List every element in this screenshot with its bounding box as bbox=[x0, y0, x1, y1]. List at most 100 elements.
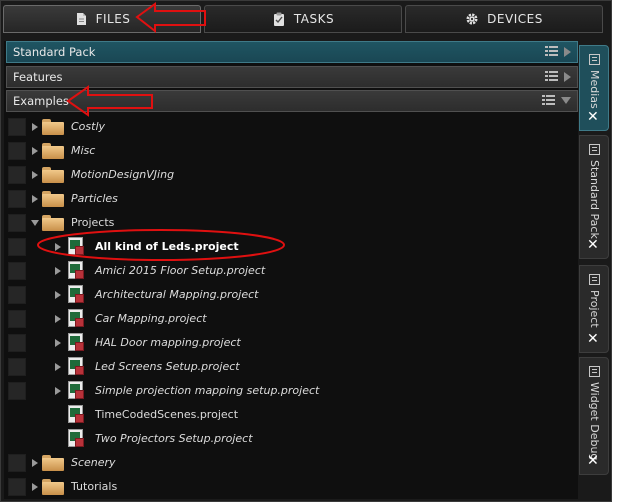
clipboard-icon bbox=[273, 12, 284, 26]
row-checkbox[interactable] bbox=[8, 190, 26, 208]
close-icon[interactable]: ✕ bbox=[587, 110, 599, 124]
tab-tasks[interactable]: TASKS bbox=[204, 5, 402, 33]
tree-item-label: Architectural Mapping.project bbox=[95, 288, 259, 301]
expand-arrow-icon[interactable] bbox=[32, 171, 38, 179]
expand-arrow-icon[interactable] bbox=[32, 123, 38, 131]
folder-icon bbox=[42, 215, 64, 231]
tree-item-label: Two Projectors Setup.project bbox=[95, 432, 253, 445]
expand-arrow-icon[interactable] bbox=[55, 315, 61, 323]
gear-icon bbox=[466, 13, 478, 25]
tab-tasks-label: TASKS bbox=[293, 12, 335, 26]
row-checkbox[interactable] bbox=[8, 454, 26, 472]
tree-row[interactable]: Projects bbox=[4, 211, 578, 235]
expand-arrow-icon[interactable] bbox=[55, 291, 61, 299]
folder-icon bbox=[42, 191, 64, 207]
row-checkbox[interactable] bbox=[8, 142, 26, 160]
section-standard-pack[interactable]: Standard Pack bbox=[6, 41, 578, 63]
row-checkbox[interactable] bbox=[8, 118, 26, 136]
tree-row[interactable]: Amici 2015 Floor Setup.project bbox=[4, 259, 578, 283]
expand-arrow-icon[interactable] bbox=[32, 483, 38, 491]
tree-item-label: Particles bbox=[71, 192, 118, 205]
side-tab-label: Standard Pack bbox=[588, 160, 601, 239]
tree-row[interactable]: Tutorials bbox=[4, 475, 578, 499]
project-file-icon bbox=[66, 429, 86, 449]
tree-item-label: Led Screens Setup.project bbox=[95, 360, 240, 373]
tab-files-label: FILES bbox=[95, 12, 131, 26]
project-file-icon bbox=[66, 261, 86, 281]
row-checkbox[interactable] bbox=[8, 310, 26, 328]
tree-row[interactable]: HAL Door mapping.project bbox=[4, 331, 578, 355]
project-file-icon bbox=[66, 405, 86, 425]
project-file-icon bbox=[66, 285, 86, 305]
section-examples[interactable]: Examples bbox=[6, 90, 578, 112]
expand-arrow-icon[interactable] bbox=[55, 243, 61, 251]
chevron-right-icon[interactable] bbox=[564, 46, 571, 57]
tree-row[interactable]: Misc bbox=[4, 139, 578, 163]
tab-devices[interactable]: DEVICES bbox=[405, 5, 603, 33]
tree-row[interactable]: Architectural Mapping.project bbox=[4, 283, 578, 307]
expand-arrow-icon[interactable] bbox=[32, 147, 38, 155]
row-checkbox[interactable] bbox=[8, 238, 26, 256]
folder-icon bbox=[42, 455, 64, 471]
section-standard-pack-label: Standard Pack bbox=[13, 45, 96, 59]
chevron-right-icon[interactable] bbox=[564, 71, 571, 82]
expand-arrow-icon[interactable] bbox=[55, 363, 61, 371]
tree-item-label: Simple projection mapping setup.project bbox=[95, 384, 320, 397]
row-checkbox[interactable] bbox=[8, 382, 26, 400]
project-file-icon bbox=[66, 309, 86, 329]
project-file-icon bbox=[66, 237, 86, 257]
close-icon[interactable]: ✕ bbox=[587, 332, 599, 346]
tree-row[interactable]: MotionDesignVJing bbox=[4, 163, 578, 187]
row-checkbox[interactable] bbox=[8, 478, 26, 496]
row-checkbox[interactable] bbox=[8, 214, 26, 232]
close-icon[interactable]: ✕ bbox=[587, 238, 599, 252]
expand-arrow-icon[interactable] bbox=[32, 459, 38, 467]
list-view-icon[interactable] bbox=[545, 45, 558, 58]
row-checkbox[interactable] bbox=[8, 358, 26, 376]
panel-icon bbox=[589, 54, 600, 65]
folder-icon bbox=[42, 119, 64, 135]
tree-row[interactable]: Two Projectors Setup.project bbox=[4, 427, 578, 451]
panel-icon bbox=[589, 366, 600, 377]
side-tab-project[interactable]: Project ✕ bbox=[579, 265, 609, 353]
tree-row[interactable]: Car Mapping.project bbox=[4, 307, 578, 331]
close-icon[interactable]: ✕ bbox=[587, 454, 599, 468]
tree-row[interactable]: Costly bbox=[4, 115, 578, 139]
side-tab-label: Project bbox=[588, 290, 601, 328]
tree-item-label: Misc bbox=[71, 144, 96, 157]
tree-item-label: Costly bbox=[71, 120, 106, 133]
tree-row[interactable]: All kind of Leds.project bbox=[4, 235, 578, 259]
expand-arrow-icon[interactable] bbox=[55, 387, 61, 395]
expand-arrow-icon[interactable] bbox=[55, 339, 61, 347]
expand-arrow-icon[interactable] bbox=[55, 267, 61, 275]
section-examples-label: Examples bbox=[13, 94, 69, 108]
tree-item-label: HAL Door mapping.project bbox=[95, 336, 241, 349]
expand-arrow-icon[interactable] bbox=[32, 195, 38, 203]
tree-row[interactable]: Particles bbox=[4, 187, 578, 211]
row-checkbox[interactable] bbox=[8, 286, 26, 304]
row-checkbox[interactable] bbox=[8, 166, 26, 184]
tree-row[interactable]: Led Screens Setup.project bbox=[4, 355, 578, 379]
tree-row[interactable]: Scenery bbox=[4, 451, 578, 475]
list-view-icon[interactable] bbox=[542, 94, 555, 107]
chevron-down-icon[interactable] bbox=[561, 97, 571, 104]
row-checkbox[interactable] bbox=[8, 334, 26, 352]
row-checkbox[interactable] bbox=[8, 262, 26, 280]
side-tab-widget-debug[interactable]: Widget Debug ✕ bbox=[579, 357, 609, 475]
collapse-arrow-icon[interactable] bbox=[31, 220, 39, 226]
folder-icon bbox=[42, 167, 64, 183]
tree-item-label: Projects bbox=[71, 216, 115, 229]
list-view-icon[interactable] bbox=[545, 70, 558, 83]
tree-row[interactable]: Simple projection mapping setup.project bbox=[4, 379, 578, 403]
tree-item-label: All kind of Leds.project bbox=[95, 240, 239, 253]
tab-files[interactable]: FILES bbox=[3, 5, 201, 33]
side-tab-medias[interactable]: Medias ✕ bbox=[579, 45, 609, 131]
project-file-icon bbox=[66, 381, 86, 401]
section-features-label: Features bbox=[13, 70, 63, 84]
side-tab-standard-pack[interactable]: Standard Pack ✕ bbox=[579, 135, 609, 259]
section-features[interactable]: Features bbox=[6, 66, 578, 88]
side-tab-label: Widget Debug bbox=[588, 382, 601, 461]
side-tabs: Medias ✕ Standard Pack ✕ Project ✕ Widge… bbox=[579, 41, 609, 499]
tree-item-label: Scenery bbox=[71, 456, 116, 469]
tree-row[interactable]: TimeCodedScenes.project bbox=[4, 403, 578, 427]
